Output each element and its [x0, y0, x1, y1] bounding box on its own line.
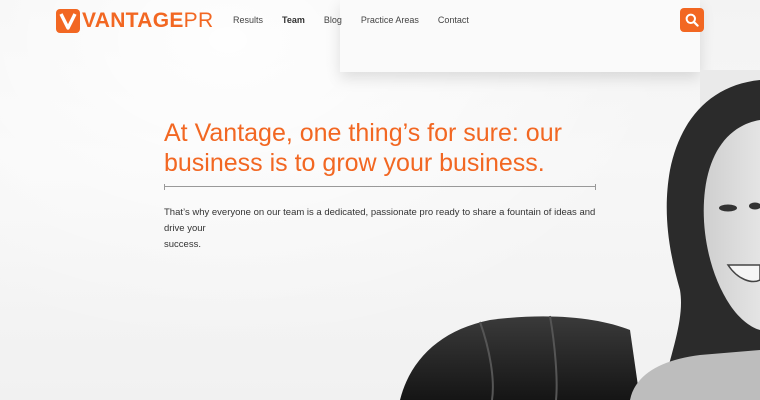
nav-item-results[interactable]: Results: [233, 15, 263, 25]
hero-headline-line1: At Vantage, one thing’s for sure: our: [164, 119, 562, 147]
nav-item-contact[interactable]: Contact: [438, 15, 469, 25]
vantage-logo-icon: [56, 9, 80, 33]
site-header: VANTAGE PR Results Team Blog Practice Ar…: [0, 0, 760, 44]
brand-logo[interactable]: VANTAGE PR: [56, 8, 213, 34]
brand-name-light: PR: [183, 9, 214, 32]
nav-item-team[interactable]: Team: [282, 15, 305, 25]
hero-body-line2: success.: [164, 239, 201, 250]
hero-headline-line2: business is to grow your business.: [164, 149, 545, 177]
hero-body-line1: That’s why everyone on our team is a ded…: [164, 207, 596, 234]
hero-body-text: That’s why everyone on our team is a ded…: [164, 205, 604, 253]
main-nav: Results Team Blog Practice Areas Contact: [233, 15, 488, 25]
brand-name-bold: VANTAGE: [82, 9, 184, 32]
search-button[interactable]: [680, 8, 704, 32]
headline-divider: [164, 184, 596, 190]
nav-item-blog[interactable]: Blog: [324, 15, 342, 25]
search-icon: [685, 13, 699, 27]
nav-item-practice-areas[interactable]: Practice Areas: [361, 15, 419, 25]
hero-headline: At Vantage, one thing’s for sure: our bu…: [164, 118, 604, 178]
